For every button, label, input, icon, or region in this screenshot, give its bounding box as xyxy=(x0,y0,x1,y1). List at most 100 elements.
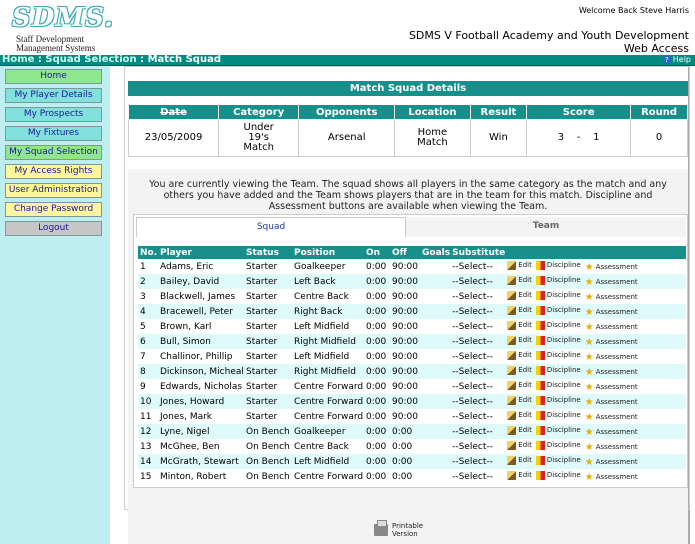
player-substitute-select[interactable]: --Select-- xyxy=(450,289,505,304)
edit-button[interactable]: Edit xyxy=(507,335,532,345)
player-on-time: 0:00 xyxy=(364,304,390,319)
player-substitute-select[interactable]: --Select-- xyxy=(450,319,505,334)
edit-button[interactable]: Edit xyxy=(507,350,532,360)
player-substitute-select[interactable]: --Select-- xyxy=(450,349,505,364)
tab-team[interactable]: Team xyxy=(406,217,686,237)
discipline-button[interactable]: Discipline xyxy=(535,305,581,315)
players-table-body: 1 Adams, Eric Starter Goalkeeper 0:00 90:00 --… xyxy=(138,259,686,484)
discipline-button[interactable]: Discipline xyxy=(535,425,581,435)
tab-squad[interactable]: Squad xyxy=(136,217,406,237)
discipline-button[interactable]: Discipline xyxy=(535,470,581,480)
breadcrumb-squad-selection[interactable]: Squad Selection xyxy=(45,54,136,65)
assessment-button[interactable]: ★ Assessment xyxy=(585,412,638,422)
player-substitute-select[interactable]: --Select-- xyxy=(450,469,505,484)
player-on-time: 0:00 xyxy=(366,381,387,392)
discipline-button[interactable]: Discipline xyxy=(535,440,581,450)
player-substitute-select[interactable]: --Select-- xyxy=(450,439,505,454)
nav-my-prospects[interactable]: My Prospects xyxy=(5,107,102,122)
nav-home[interactable]: Home xyxy=(5,69,102,84)
player-substitute-select[interactable]: --Select-- xyxy=(450,304,506,319)
edit-button[interactable]: Edit xyxy=(507,305,532,315)
assessment-button[interactable]: ★ Assessment xyxy=(585,322,638,332)
discipline-button[interactable]: Discipline xyxy=(535,350,581,360)
player-off-time: 90:00 xyxy=(392,321,418,332)
player-name: Bracewell, Peter xyxy=(158,304,244,319)
nav-change-password[interactable]: Change Password xyxy=(5,202,102,217)
player-off-time: 0:00 xyxy=(390,454,420,469)
discipline-button[interactable]: Discipline xyxy=(535,455,581,465)
discipline-button[interactable]: Discipline xyxy=(535,320,581,330)
discipline-button[interactable]: Discipline xyxy=(535,410,581,420)
player-position: Right Back xyxy=(292,304,364,319)
breadcrumb-bar: Home : Squad Selection : Match Squad ? H… xyxy=(0,54,695,66)
discipline-button[interactable]: Discipline xyxy=(535,290,581,300)
discipline-button[interactable]: Discipline xyxy=(535,275,581,285)
player-on-time: 0:00 xyxy=(366,411,387,422)
nav-logout[interactable]: Logout xyxy=(5,221,102,236)
star-icon: ★ xyxy=(584,261,594,273)
edit-button[interactable]: Edit xyxy=(507,410,532,420)
assessment-button[interactable]: ★ Assessment xyxy=(584,261,638,273)
player-on-time: 0:00 xyxy=(364,274,390,289)
printable-version-link[interactable]: Printable Version xyxy=(374,520,423,538)
nav-user-administration[interactable]: User Administration xyxy=(5,183,102,198)
assessment-button[interactable]: ★ Assessment xyxy=(585,397,638,407)
help-link[interactable]: ? Help xyxy=(662,55,691,64)
assessment-button[interactable]: ★ Assessment xyxy=(585,457,638,467)
player-status: Starter xyxy=(246,411,278,422)
table-row: 14 McGrath, Stewart On Bench Left Midfield 0… xyxy=(138,454,686,469)
player-substitute-select[interactable]: --Select-- xyxy=(450,274,506,289)
discipline-button[interactable]: Discipline xyxy=(535,380,581,390)
edit-button[interactable]: Edit xyxy=(507,320,532,330)
player-off-time: 0:00 xyxy=(392,471,413,482)
nav-my-squad-selection[interactable]: My Squad Selection xyxy=(5,145,102,160)
nav-my-access-rights[interactable]: My Access Rights xyxy=(5,164,102,179)
edit-button[interactable]: Edit xyxy=(507,455,532,465)
assessment-button[interactable]: ★ Assessment xyxy=(585,337,638,347)
discipline-card-icon xyxy=(535,425,545,435)
discipline-button[interactable]: Discipline xyxy=(535,260,581,270)
player-goals xyxy=(420,304,451,319)
discipline-button[interactable]: Discipline xyxy=(535,365,581,375)
assessment-button[interactable]: ★ Assessment xyxy=(585,367,638,377)
assessment-button[interactable]: ★ Assessment xyxy=(585,382,638,392)
star-icon: ★ xyxy=(584,441,594,453)
nav-my-player-details[interactable]: My Player Details xyxy=(5,88,102,103)
assessment-button[interactable]: ★ Assessment xyxy=(585,292,638,302)
assessment-button[interactable]: ★ Assessment xyxy=(585,472,638,482)
player-substitute-select[interactable]: --Select-- xyxy=(450,364,506,379)
assessment-button[interactable]: ★ Assessment xyxy=(585,307,638,317)
player-on-time: 0:00 xyxy=(364,454,390,469)
assessment-button[interactable]: ★ Assessment xyxy=(585,352,638,362)
player-substitute-select[interactable]: --Select-- xyxy=(450,334,506,349)
player-substitute-select[interactable]: --Select-- xyxy=(450,409,505,424)
player-position: Centre Forward xyxy=(294,471,364,482)
player-substitute-select[interactable]: --Select-- xyxy=(450,454,506,469)
edit-button[interactable]: Edit xyxy=(507,425,532,435)
player-actions: Edit Discipline ★ Assessment xyxy=(505,439,686,454)
discipline-card-icon xyxy=(535,305,545,315)
edit-button[interactable]: Edit xyxy=(507,290,532,300)
discipline-button[interactable]: Discipline xyxy=(535,335,581,345)
match-date: 23/05/2009 xyxy=(127,119,220,157)
player-substitute-select[interactable]: --Select-- xyxy=(450,394,506,409)
assessment-button[interactable]: ★ Assessment xyxy=(585,427,638,437)
assessment-button[interactable]: ★ Assessment xyxy=(584,441,638,453)
edit-button[interactable]: Edit xyxy=(507,260,532,270)
player-substitute-select[interactable]: --Select-- xyxy=(450,379,505,394)
edit-button[interactable]: Edit xyxy=(507,395,532,405)
edit-button[interactable]: Edit xyxy=(507,380,532,390)
assessment-button[interactable]: ★ Assessment xyxy=(585,277,638,287)
player-substitute-select[interactable]: --Select-- xyxy=(450,424,506,439)
help-icon: ? xyxy=(662,55,671,64)
nav-my-fixtures[interactable]: My Fixtures xyxy=(5,126,102,141)
edit-button[interactable]: Edit xyxy=(507,275,532,285)
edit-button[interactable]: Edit xyxy=(507,470,532,480)
player-status: Starter xyxy=(246,321,278,332)
edit-button[interactable]: Edit xyxy=(507,440,532,450)
edit-button[interactable]: Edit xyxy=(507,365,532,375)
breadcrumb-home[interactable]: Home xyxy=(2,54,34,65)
player-substitute-select[interactable]: --Select-- xyxy=(450,259,505,274)
discipline-button[interactable]: Discipline xyxy=(535,395,581,405)
match-details-table: Date Category Opponents Location Result … xyxy=(127,104,688,157)
